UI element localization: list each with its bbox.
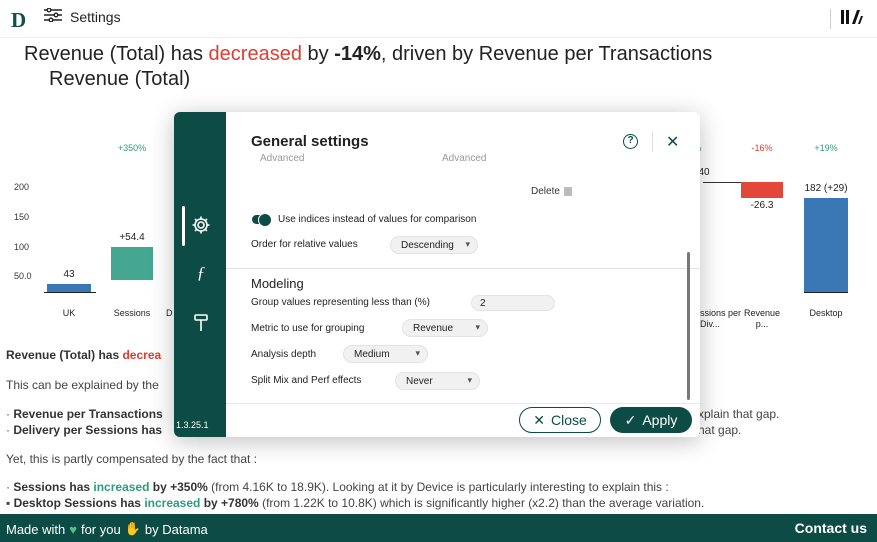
waterfall-bar[interactable] [47,284,91,292]
settings-button[interactable]: Settings [44,7,121,25]
bar-value-label: -26.3 [750,200,774,211]
footer-credits: Made with ♥ for you ✋ by Datama [6,521,208,537]
depth-select[interactable]: Medium [343,345,428,363]
section-divider [226,268,700,269]
bar-value-label: +54.4 [119,232,145,244]
trash-icon [563,187,572,196]
waterfall-bar[interactable] [804,198,848,292]
apply-button[interactable]: ✓ Apply [610,407,692,433]
group-threshold-input[interactable]: 2 [471,295,555,311]
chart-baseline [44,292,96,293]
text-line: This can be explained by the [6,378,159,392]
function-icon[interactable]: ƒ [190,262,212,284]
topbar-divider [830,9,831,29]
delete-button[interactable]: Delete [531,186,572,197]
metric-label: Metric to use for grouping [251,323,365,334]
y-tick: 50.0 [14,271,32,281]
heart-icon: ♥ [69,521,77,537]
datama-logo[interactable]: D [11,8,26,33]
text-line: ▪ Desktop Sessions has increased by +780… [6,496,705,510]
top-bar: D Settings [0,0,877,38]
title-divider [652,132,653,152]
use-indices-toggle[interactable] [252,213,272,227]
headline-text: , driven by Revenue per Transactions [380,43,713,65]
text-line: · Revenue per Transactions [6,407,163,421]
category-label: ssions per Div... [700,308,742,329]
delete-label: Delete [531,186,560,197]
faded-option: Advanced [260,153,305,164]
general-settings-modal: ƒ 1.3.25.1 General settings ? ✕ Advanced… [174,112,700,437]
gear-icon[interactable] [190,214,212,236]
check-icon: ✓ [624,411,637,428]
category-label: Revenue p... [743,308,781,329]
split-select[interactable]: Never [395,372,480,390]
headline-text: by [301,43,335,65]
hand-icon: ✋ [124,521,141,536]
sliders-icon [44,7,62,25]
close-icon: ✕ [533,411,545,428]
bar-percent-label: +350% [117,143,147,153]
headline-line2: Revenue (Total) [49,68,191,90]
headline-text: Revenue (Total) has [24,43,209,65]
bar-value-label: 182 (+29) [804,183,848,194]
order-select[interactable]: Descending [390,236,478,254]
paint-roller-icon[interactable] [190,312,212,334]
metric-select[interactable]: Revenue [402,319,488,337]
headline-trend: decreased [208,43,302,65]
faded-option: Advanced [442,153,487,164]
y-tick: 200 [14,182,30,192]
modal-title: General settings [251,133,369,150]
y-tick: 100 [14,242,30,252]
use-indices-label: Use indices instead of values for compar… [278,214,477,225]
split-label: Split Mix and Perf effects [251,375,362,386]
group-label: Group values representing less than (%) [251,297,430,308]
modal-footer-divider [226,403,700,404]
headline-change: -14% [334,43,381,65]
footer-text: for you [80,521,121,537]
y-tick: 150 [14,212,30,222]
text-line: · Sessions has increased by +350% (from … [6,480,669,494]
footer-text: by Datama [144,521,208,537]
waterfall-bar[interactable] [741,182,783,198]
depth-label: Analysis depth [251,349,317,360]
category-label: D [166,308,173,318]
brand-mark-icon[interactable] [841,9,863,30]
help-icon[interactable]: ? [623,134,638,149]
close-icon[interactable]: ✕ [666,132,679,152]
text-line: hat gap. [698,423,742,437]
settings-label: Settings [70,8,121,25]
version-label: 1.3.25.1 [176,420,209,430]
modal-sidebar: ƒ 1.3.25.1 [174,112,226,437]
category-label: Sessions [113,308,151,318]
apply-button-label: Apply [642,412,678,428]
active-tab-indicator [182,206,185,246]
order-label: Order for relative values [251,239,358,250]
footer-bar: Made with ♥ for you ✋ by Datama Contact … [0,514,877,542]
modal-scrollbar[interactable] [687,252,690,400]
footer-text: Made with [6,521,66,537]
close-button[interactable]: ✕ Close [519,407,601,433]
chart-baseline [804,292,848,293]
category-label: UK [62,308,76,318]
text-line: xplain that gap. [698,407,780,421]
bar-percent-label: +19% [814,143,838,153]
insight-headline: Revenue (Total) has decreased by -14%, d… [24,42,864,92]
text-line: Revenue (Total) has decrea [6,348,162,362]
close-button-label: Close [550,412,587,428]
waterfall-connector [703,182,741,183]
contact-us-link[interactable]: Contact us [795,520,867,536]
category-label: Desktop [809,308,843,318]
bar-percent-label: -16% [751,143,773,153]
modeling-title: Modeling [251,276,304,291]
text-line: · Delivery per Sessions has [6,423,163,437]
text-line: Yet, this is partly compensated by the f… [6,452,258,466]
bar-value-label: 43 [63,269,75,280]
waterfall-bar[interactable] [111,247,153,280]
